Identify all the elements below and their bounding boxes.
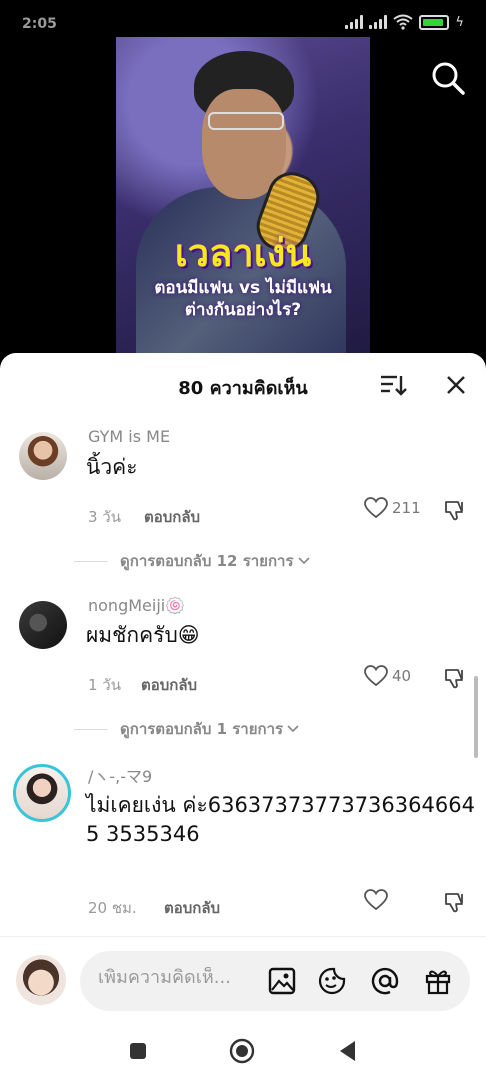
my-avatar (16, 955, 66, 1005)
close-icon[interactable] (444, 373, 468, 397)
comment-input[interactable] (98, 967, 258, 988)
system-nav-bar (0, 1026, 486, 1080)
reply-button[interactable]: ตอบกลับ (141, 673, 197, 697)
comment-username[interactable]: /ヽ-,-マ9 (88, 763, 152, 787)
mention-icon[interactable] (370, 966, 400, 996)
comment-username[interactable]: nongMeiji🍥 (88, 596, 185, 615)
like-count: 211 (392, 499, 421, 517)
video-subtitle: ตอนมีแฟน vs ไม่มีแฟน ต่างกันอย่างไร? (116, 277, 370, 321)
sticker-icon[interactable] (317, 966, 347, 996)
video-headline: เวลาเง่น (174, 231, 312, 275)
battery-icon (419, 14, 450, 30)
sort-icon[interactable] (379, 373, 407, 397)
comment-time: 20 ชม. (88, 899, 137, 917)
like-button[interactable]: 211 (364, 497, 421, 519)
view-replies-label: ดูการตอบกลับ 12 รายการ (120, 552, 294, 570)
like-button[interactable] (364, 889, 392, 911)
recent-apps-icon[interactable] (128, 1041, 148, 1061)
video-player[interactable]: เวลาเง่น ตอนมีแฟน vs ไม่มีแฟน ต่างกันอย่… (116, 37, 370, 362)
back-icon[interactable] (337, 1039, 359, 1063)
comment-time: 3 วัน (88, 508, 121, 526)
avatar[interactable] (13, 764, 71, 822)
comment-text: ไม่เคยเง่น ค่ะ636373737737363646645 3535… (86, 793, 475, 846)
comment-time: 1 วัน (88, 676, 121, 694)
view-replies-button[interactable]: ดูการตอบกลับ 1 รายการ (74, 717, 299, 741)
comment-input-bar (0, 936, 486, 1026)
chevron-down-icon (287, 725, 299, 733)
avatar[interactable] (19, 601, 67, 649)
heart-icon (364, 497, 388, 519)
charging-icon: ϟ (455, 14, 464, 30)
wifi-icon (393, 14, 414, 30)
comments-title: 80 ความคิดเห็น (178, 378, 308, 399)
status-time: 2:05 (22, 16, 57, 32)
view-replies-label: ดูการตอบกลับ 1 รายการ (120, 720, 284, 738)
avatar[interactable] (19, 432, 67, 480)
heart-icon (364, 889, 388, 911)
dislike-icon[interactable] (443, 890, 467, 914)
heart-icon (364, 665, 388, 687)
search-icon[interactable] (430, 60, 466, 96)
comment-input-pill[interactable] (80, 951, 470, 1011)
home-icon[interactable] (229, 1038, 255, 1064)
comment-text: นิ้วค่ะ (86, 455, 138, 479)
signal-icon (345, 15, 364, 29)
status-icons: ϟ (345, 14, 464, 30)
comment-text: ผมชักครับ😁 (86, 623, 200, 647)
gift-icon[interactable] (423, 966, 453, 996)
video-glasses (208, 112, 284, 130)
divider (74, 560, 108, 562)
reply-button[interactable]: ตอบกลับ (144, 505, 200, 529)
view-replies-button[interactable]: ดูการตอบกลับ 12 รายการ (74, 549, 310, 573)
like-count: 40 (392, 667, 412, 685)
comment-username[interactable]: GYM is ME (88, 427, 170, 446)
dislike-icon[interactable] (443, 666, 467, 690)
like-button[interactable]: 40 (364, 665, 411, 687)
dislike-icon[interactable] (443, 498, 467, 522)
chevron-down-icon (297, 557, 310, 565)
video-subtitle-line2: ต่างกันอย่างไร? (184, 300, 302, 320)
image-icon[interactable] (267, 966, 297, 996)
video-subtitle-line1: ตอนมีแฟน vs ไม่มีแฟน (154, 278, 332, 298)
divider (74, 728, 108, 730)
scrollbar[interactable] (474, 676, 478, 758)
reply-button[interactable]: ตอบกลับ (164, 896, 220, 920)
signal-icon-2 (369, 15, 388, 29)
